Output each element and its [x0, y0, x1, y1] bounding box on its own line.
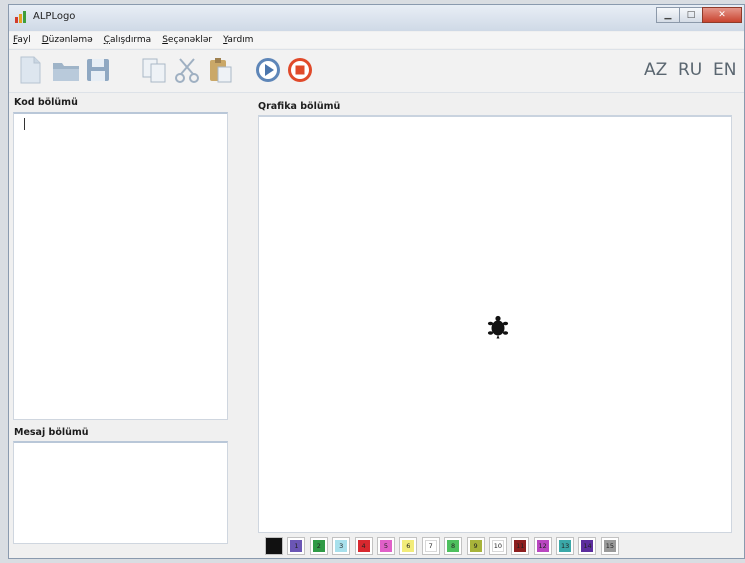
color-swatch-13[interactable]: 13 — [556, 537, 575, 555]
language-ru-button[interactable]: RU — [678, 60, 702, 80]
copy-icon — [140, 56, 168, 87]
close-button[interactable]: ✕ — [702, 7, 742, 23]
color-swatch-fill: 7 — [424, 540, 437, 552]
color-swatch-fill: 12 — [536, 540, 549, 552]
new-file-button[interactable] — [15, 56, 45, 86]
code-panel-label: Kod bölümü — [14, 97, 78, 108]
copy-button[interactable] — [139, 56, 169, 86]
color-swatch-fill: 1 — [290, 540, 303, 552]
open-folder-icon — [51, 57, 81, 86]
color-swatch-15[interactable]: 15 — [600, 537, 619, 555]
window-title: ALPLogo — [33, 11, 76, 22]
open-button[interactable] — [51, 56, 81, 86]
color-swatch-12[interactable]: 12 — [533, 537, 552, 555]
color-swatch-fill: 5 — [379, 540, 392, 552]
close-icon: ✕ — [718, 10, 726, 20]
menu-options[interactable]: Seçənəklər — [162, 35, 212, 45]
color-swatch-11[interactable]: 11 — [511, 537, 530, 555]
color-swatch-7[interactable]: 7 — [421, 537, 440, 555]
title-bar: ALPLogo ▁ □ ✕ — [9, 5, 744, 31]
color-swatch-6[interactable]: 6 — [399, 537, 418, 555]
color-swatch-0[interactable] — [265, 537, 283, 555]
maximize-icon: □ — [686, 10, 696, 20]
color-swatch-fill: 14 — [581, 540, 594, 552]
color-swatch-9[interactable]: 9 — [466, 537, 485, 555]
cut-icon — [173, 56, 201, 87]
language-en-button[interactable]: EN — [713, 60, 736, 80]
turtle-icon — [486, 315, 510, 339]
maximize-button[interactable]: □ — [679, 7, 703, 23]
cut-button[interactable] — [172, 56, 202, 86]
paste-icon — [206, 56, 234, 87]
color-swatch-fill — [266, 538, 282, 554]
stop-button[interactable] — [285, 56, 315, 86]
menu-edit[interactable]: Düzənləmə — [42, 35, 93, 45]
run-button[interactable] — [253, 56, 283, 86]
save-icon — [85, 57, 111, 86]
new-file-icon — [18, 56, 42, 87]
message-panel-label: Mesaj bölümü — [14, 427, 89, 438]
message-area — [13, 441, 228, 544]
color-palette: 1 2 3 4 5 6 7 8 9 10 11 12 13 14 15 — [265, 537, 623, 557]
code-editor[interactable] — [13, 112, 228, 420]
color-swatch-4[interactable]: 4 — [354, 537, 373, 555]
toolbar: AZ RU EN — [9, 49, 744, 93]
color-swatch-fill: 3 — [335, 540, 348, 552]
color-swatch-5[interactable]: 5 — [376, 537, 395, 555]
save-button[interactable] — [83, 56, 113, 86]
menu-file[interactable]: Fayl — [13, 35, 31, 45]
color-swatch-fill: 10 — [491, 540, 504, 552]
color-swatch-8[interactable]: 8 — [444, 537, 463, 555]
minimize-icon: ▁ — [664, 10, 672, 20]
color-swatch-fill: 8 — [447, 540, 460, 552]
color-swatch-fill: 13 — [559, 540, 572, 552]
color-swatch-fill: 4 — [357, 540, 370, 552]
color-swatch-14[interactable]: 14 — [578, 537, 597, 555]
menu-bar: Fayl Düzənləmə Çalışdırma Seçənəklər Yar… — [9, 32, 744, 48]
app-window: ALPLogo ▁ □ ✕ Fayl Düzənləmə Çalışdırma … — [8, 4, 745, 559]
graphics-panel-label: Qrafika bölümü — [258, 101, 341, 112]
stop-icon — [286, 56, 314, 87]
text-cursor — [24, 118, 25, 130]
language-az-button[interactable]: AZ — [644, 60, 667, 80]
color-swatch-fill: 11 — [514, 540, 527, 552]
window-controls: ▁ □ ✕ — [656, 7, 742, 23]
paste-button[interactable] — [205, 56, 235, 86]
menu-help[interactable]: Yardım — [223, 35, 253, 45]
color-swatch-fill: 2 — [312, 540, 325, 552]
minimize-button[interactable]: ▁ — [656, 7, 680, 23]
app-logo-icon — [15, 11, 29, 23]
color-swatch-fill: 15 — [603, 540, 616, 552]
menu-run[interactable]: Çalışdırma — [104, 35, 152, 45]
color-swatch-10[interactable]: 10 — [488, 537, 507, 555]
color-swatch-2[interactable]: 2 — [309, 537, 328, 555]
color-swatch-fill: 6 — [402, 540, 415, 552]
color-swatch-1[interactable]: 1 — [287, 537, 306, 555]
color-swatch-fill: 9 — [469, 540, 482, 552]
run-icon — [254, 56, 282, 87]
color-swatch-3[interactable]: 3 — [332, 537, 351, 555]
